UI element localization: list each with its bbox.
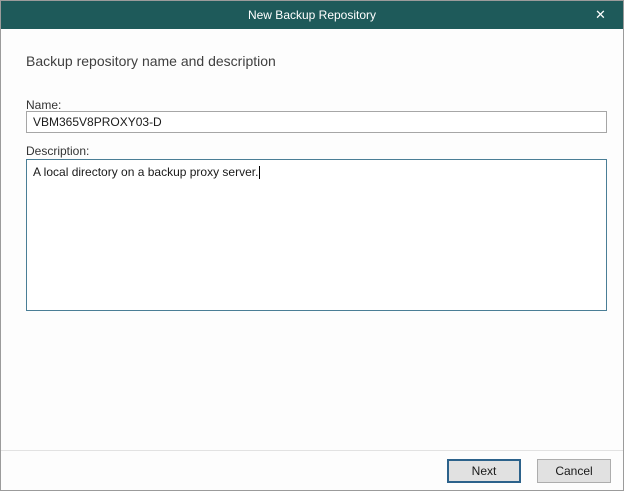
text-caret — [259, 166, 260, 179]
titlebar[interactable]: New Backup Repository ✕ — [1, 1, 623, 29]
page-title: Backup repository name and description — [26, 53, 276, 69]
description-text: A local directory on a backup proxy serv… — [33, 165, 258, 179]
footer: Next Cancel — [1, 451, 623, 490]
cancel-button[interactable]: Cancel — [537, 459, 611, 483]
window-title: New Backup Repository — [248, 8, 376, 22]
close-icon[interactable]: ✕ — [578, 1, 623, 29]
description-input[interactable]: A local directory on a backup proxy serv… — [26, 159, 607, 311]
next-button[interactable]: Next — [447, 459, 521, 483]
description-field-label: Description: — [26, 144, 89, 158]
name-field-label: Name: — [26, 98, 61, 112]
new-backup-repository-dialog: New Backup Repository ✕ Backup repositor… — [0, 0, 624, 491]
name-input[interactable] — [26, 111, 607, 133]
